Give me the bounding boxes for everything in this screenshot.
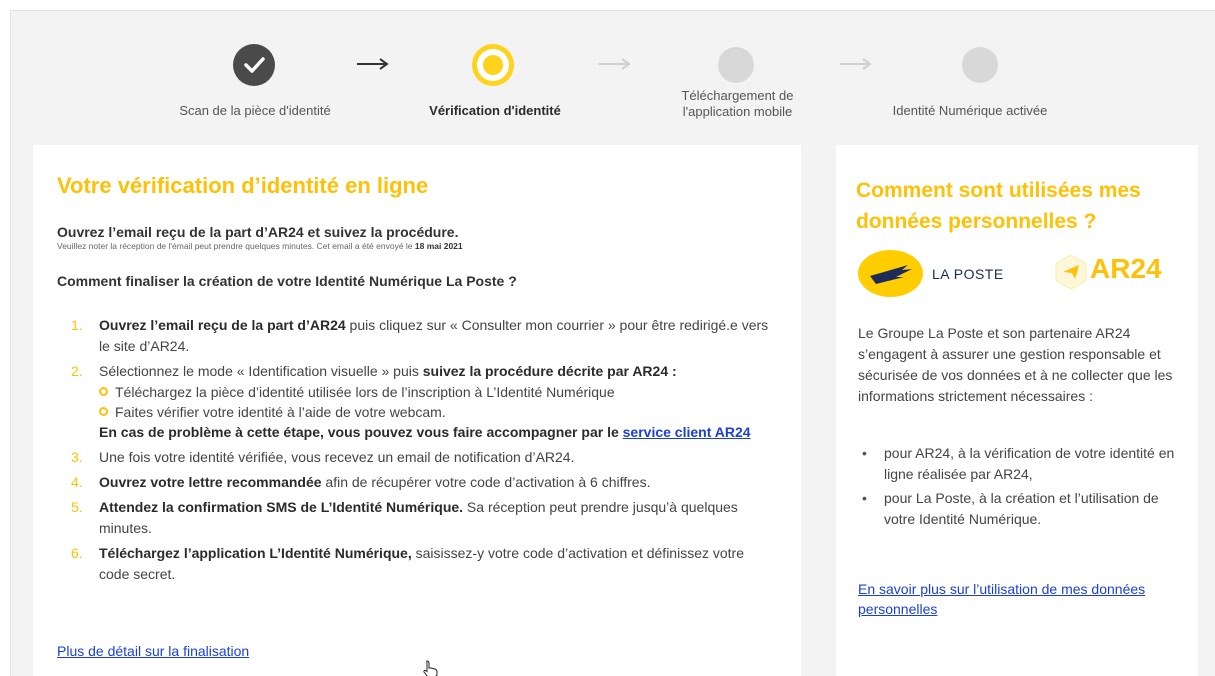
finalize-question: Comment finaliser la création de votre I… xyxy=(57,273,517,289)
arrow-right-icon xyxy=(357,58,389,70)
finalization-detail-link[interactable]: Plus de détail sur la finalisation xyxy=(57,643,249,659)
problem-note: En cas de problème à cette étape, vous p… xyxy=(99,424,751,440)
list-item: 3. Une fois votre identité vérifiée, vou… xyxy=(71,449,575,465)
personal-data-panel: Comment sont utilisées mes données perso… xyxy=(836,145,1198,676)
step-2-label: Vérification d'identité xyxy=(429,103,561,118)
service-client-link[interactable]: service client AR24 xyxy=(623,424,751,440)
step-3-label: Téléchargement de l'application mobile xyxy=(681,88,794,119)
finalize-steps-list: 1. Ouvrez l’email reçu de la part d’AR24… xyxy=(57,315,777,589)
step-2-active-icon xyxy=(472,44,514,86)
laposte-bird-icon xyxy=(870,265,912,284)
intro-note: Veuillez noter la réception de l'émail p… xyxy=(57,241,463,251)
sub-list: Téléchargez la pièce d’identité utilisée… xyxy=(99,382,777,422)
side-title: Comment sont utilisées mes données perso… xyxy=(856,179,1141,233)
step-3-pending-icon xyxy=(718,47,754,83)
step-1-done-icon xyxy=(233,44,275,86)
list-item: 2. Sélectionnez le mode « Identification… xyxy=(57,361,777,443)
list-item: 5. Attendez la confirmation SMS de L’Ide… xyxy=(71,499,738,536)
step-1-label: Scan de la pièce d'identité xyxy=(179,103,331,118)
personal-data-link[interactable]: En savoir plus sur l’utilisation de mes … xyxy=(858,579,1158,619)
ar24-logo-icon xyxy=(1055,254,1087,290)
check-icon xyxy=(244,57,265,73)
hand-cursor-icon xyxy=(423,660,438,676)
laposte-logo-text: LA POSTE xyxy=(932,266,1004,282)
ar24-logo-text: AR24 xyxy=(1090,253,1162,284)
arrow-right-icon xyxy=(599,58,631,70)
list-item: pour La Poste, à la création et l’utilis… xyxy=(858,488,1184,530)
arrow-right-icon xyxy=(840,58,872,70)
partner-logos: LA POSTE AR24 xyxy=(858,250,1178,300)
list-item: 6. Téléchargez l’application L’Identité … xyxy=(71,545,744,582)
step-4-pending-icon xyxy=(962,47,998,83)
verification-panel: Votre vérification d’identité en ligne O… xyxy=(33,145,801,676)
sub-list-item: Téléchargez la pièce d’identité utilisée… xyxy=(99,382,777,402)
bullet-icon xyxy=(99,387,108,396)
list-item: pour AR24, à la vérification de votre id… xyxy=(858,443,1184,485)
list-item: 4. Ouvrez votre lettre recommandée afin … xyxy=(71,474,651,490)
sub-list-item: Faites vérifier votre identité à l’aide … xyxy=(99,402,777,422)
laposte-logo-icon xyxy=(858,250,923,297)
data-usage-list: pour AR24, à la vérification de votre id… xyxy=(858,443,1184,533)
bullet-icon xyxy=(99,407,108,416)
data-usage-text: Le Groupe La Poste et son partenaire AR2… xyxy=(858,325,1173,404)
step-4-label: Identité Numérique activée xyxy=(892,103,1048,118)
intro-title: Ouvrez l’email reçu de la part d’AR24 et… xyxy=(57,224,459,240)
panel-title: Votre vérification d’identité en ligne xyxy=(57,173,429,198)
list-item: 1. Ouvrez l’email reçu de la part d’AR24… xyxy=(71,317,769,354)
